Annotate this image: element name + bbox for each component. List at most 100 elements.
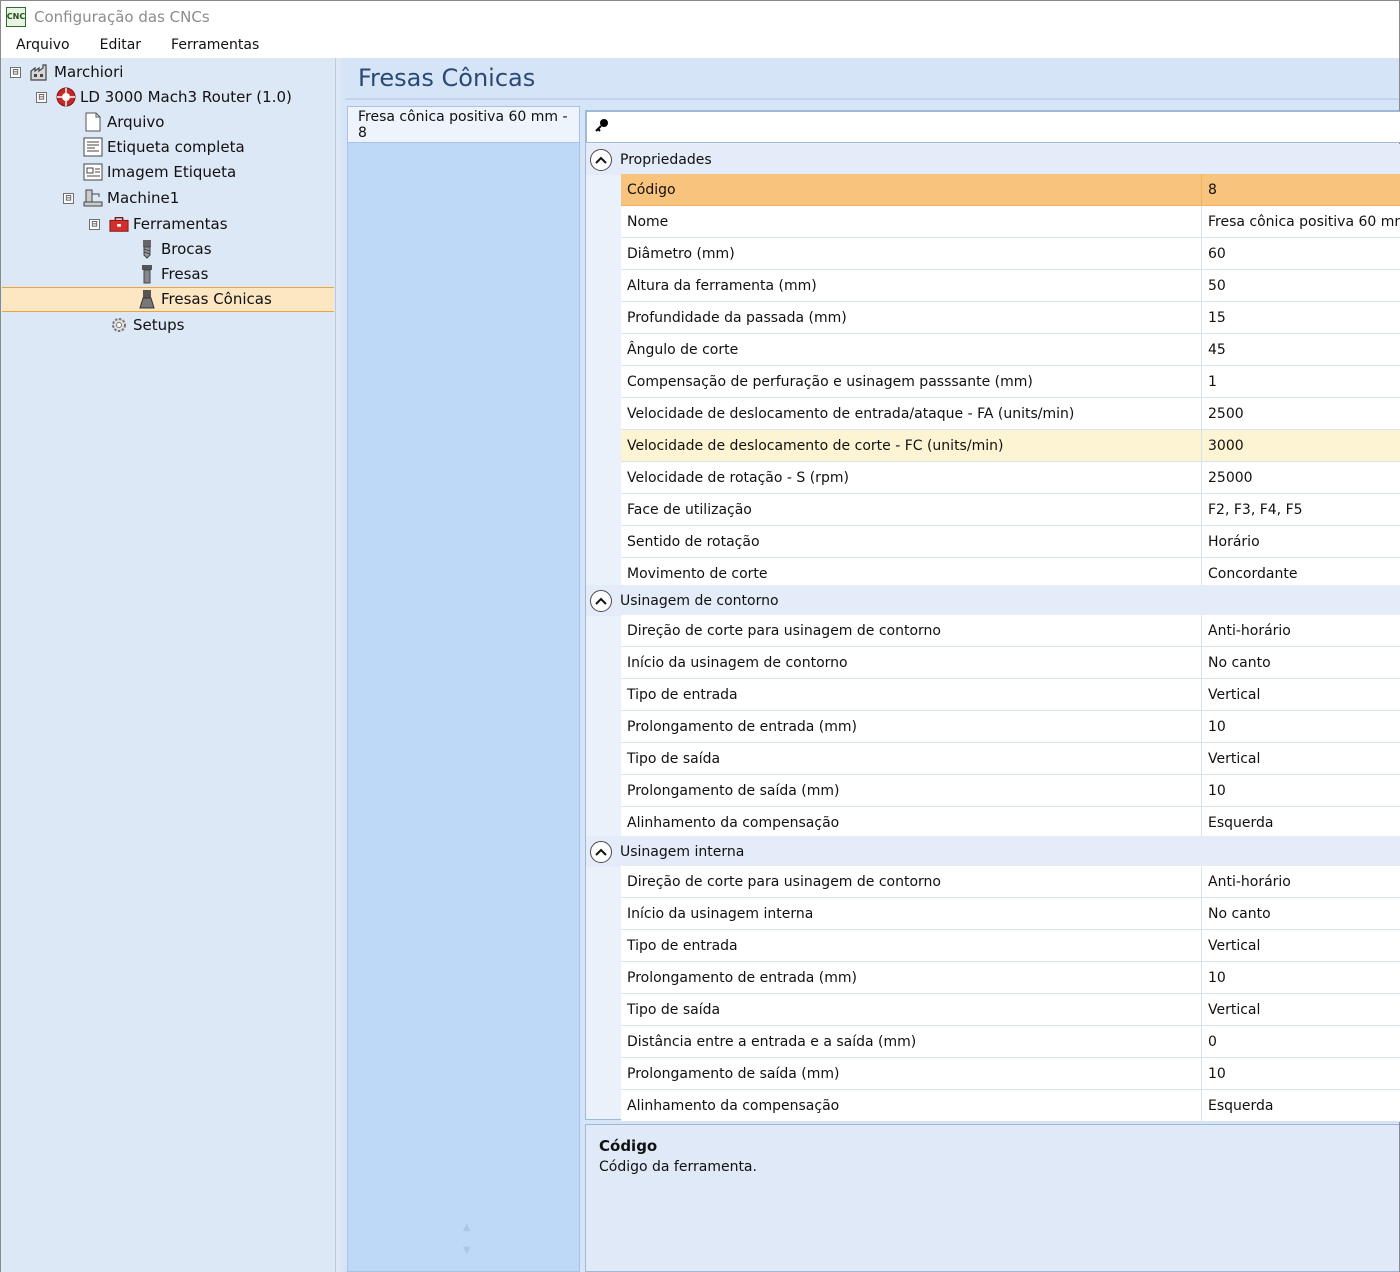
collapse-icon[interactable]: ⊟: [10, 67, 21, 78]
property-row[interactable]: Prolongamento de entrada (mm) 10: [621, 962, 1400, 994]
collapse-category-icon[interactable]: [590, 840, 612, 863]
property-value[interactable]: 10: [1202, 962, 1400, 993]
property-row[interactable]: Altura da ferramenta (mm) 50: [621, 270, 1400, 302]
property-value[interactable]: 60: [1202, 238, 1400, 269]
title-divider: [345, 98, 1399, 100]
menu-arquivo[interactable]: Arquivo: [1, 37, 85, 53]
property-row[interactable]: Prolongamento de saída (mm) 10: [621, 1058, 1400, 1090]
collapse-icon[interactable]: ⊟: [63, 193, 74, 204]
property-name: Prolongamento de entrada (mm): [621, 962, 1202, 993]
list-item[interactable]: Fresa cônica positiva 60 mm - 8: [348, 107, 579, 143]
property-row[interactable]: Alinhamento da compensação Esquerda: [621, 1090, 1400, 1122]
property-name: Prolongamento de saída (mm): [621, 1058, 1202, 1089]
property-value[interactable]: No canto: [1202, 647, 1400, 678]
property-value[interactable]: Esquerda: [1202, 1090, 1400, 1121]
property-value[interactable]: No canto: [1202, 898, 1400, 929]
property-row[interactable]: Tipo de saída Vertical: [621, 743, 1400, 775]
property-name: Tipo de saída: [621, 994, 1202, 1025]
property-name: Direção de corte para usinagem de contor…: [621, 866, 1202, 897]
property-row[interactable]: Ângulo de corte 45: [621, 334, 1400, 366]
property-row[interactable]: Face de utilização F2, F3, F4, F5: [621, 494, 1400, 526]
property-row[interactable]: Distância entre a entrada e a saída (mm)…: [621, 1026, 1400, 1058]
property-row[interactable]: Prolongamento de entrada (mm) 10: [621, 711, 1400, 743]
property-value[interactable]: Vertical: [1202, 743, 1400, 774]
property-value[interactable]: Vertical: [1202, 679, 1400, 710]
search-input[interactable]: [615, 113, 1375, 141]
cnc-machine-red-icon: [56, 87, 76, 107]
property-row[interactable]: Direção de corte para usinagem de contor…: [621, 615, 1400, 647]
property-name: Direção de corte para usinagem de contor…: [621, 615, 1202, 646]
tree-item-label: Fresas: [161, 265, 209, 283]
property-value[interactable]: 10: [1202, 775, 1400, 806]
property-value[interactable]: Anti-horário: [1202, 615, 1400, 646]
property-name: Tipo de entrada: [621, 679, 1202, 710]
property-value[interactable]: 8: [1202, 174, 1400, 205]
property-value[interactable]: Vertical: [1202, 994, 1400, 1025]
property-value[interactable]: 50: [1202, 270, 1400, 301]
tree-item-fresas[interactable]: Fresas: [1, 262, 334, 287]
tree-item-ld3000[interactable]: ⊟ LD 3000 Mach3 Router (1.0): [1, 85, 334, 110]
tree-item-etiqueta-completa[interactable]: Etiqueta completa: [1, 135, 334, 160]
property-row[interactable]: Velocidade de deslocamento de corte - FC…: [621, 430, 1400, 462]
property-row[interactable]: Tipo de entrada Vertical: [621, 679, 1400, 711]
collapse-icon[interactable]: ⊟: [89, 219, 100, 230]
property-row[interactable]: Profundidade da passada (mm) 15: [621, 302, 1400, 334]
cnc-app-icon: CNC: [6, 6, 26, 27]
menu-editar[interactable]: Editar: [85, 37, 156, 53]
window-title: Configuração das CNCs: [34, 7, 210, 26]
property-value[interactable]: 2500: [1202, 398, 1400, 429]
property-value[interactable]: Anti-horário: [1202, 866, 1400, 897]
property-value[interactable]: 15: [1202, 302, 1400, 333]
property-value[interactable]: 45: [1202, 334, 1400, 365]
property-row[interactable]: Código 8: [621, 174, 1400, 206]
property-value[interactable]: Esquerda: [1202, 807, 1400, 838]
property-row[interactable]: Alinhamento da compensação Esquerda: [621, 807, 1400, 839]
tree-item-marchiori[interactable]: ⊟ Marchiori: [1, 60, 334, 85]
property-row[interactable]: Tipo de saída Vertical: [621, 994, 1400, 1026]
category-label: Usinagem interna: [620, 843, 745, 860]
property-row[interactable]: Nome Fresa cônica positiva 60 mm: [621, 206, 1400, 238]
property-value[interactable]: F2, F3, F4, F5: [1202, 494, 1400, 525]
property-row[interactable]: Início da usinagem interna No canto: [621, 898, 1400, 930]
property-row[interactable]: Velocidade de rotação - S (rpm) 25000: [621, 462, 1400, 494]
conical-mill-icon: [137, 289, 157, 309]
tree-item-imagem-etiqueta[interactable]: Imagem Etiqueta: [1, 160, 334, 185]
tree-item-setups[interactable]: Setups: [1, 313, 334, 338]
tree-item-machine1[interactable]: ⊟ Machine1: [1, 186, 334, 211]
property-value[interactable]: 25000: [1202, 462, 1400, 493]
property-row[interactable]: Direção de corte para usinagem de contor…: [621, 866, 1400, 898]
menu-ferramentas[interactable]: Ferramentas: [156, 37, 274, 53]
scroll-down-icon[interactable]: ▼: [463, 1245, 471, 1256]
label-icon: [83, 137, 103, 157]
scroll-up-icon[interactable]: ▲: [463, 1222, 471, 1233]
property-value[interactable]: 10: [1202, 1058, 1400, 1089]
property-value[interactable]: 10: [1202, 711, 1400, 742]
property-value[interactable]: 3000: [1202, 430, 1400, 461]
property-row[interactable]: Início da usinagem de contorno No canto: [621, 647, 1400, 679]
property-row[interactable]: Tipo de entrada Vertical: [621, 930, 1400, 962]
property-row[interactable]: Diâmetro (mm) 60: [621, 238, 1400, 270]
tree-item-arquivo[interactable]: Arquivo: [1, 110, 334, 135]
tree-item-label: Machine1: [107, 189, 180, 207]
property-row[interactable]: Velocidade de deslocamento de entrada/at…: [621, 398, 1400, 430]
tree-item-ferramentas[interactable]: ⊟ Ferramentas: [1, 212, 334, 237]
property-name: Tipo de saída: [621, 743, 1202, 774]
property-value[interactable]: 0: [1202, 1026, 1400, 1057]
property-row[interactable]: Prolongamento de saída (mm) 10: [621, 775, 1400, 807]
property-value[interactable]: 1: [1202, 366, 1400, 397]
tree-item-label: Fresas Cônicas: [161, 290, 272, 308]
property-row[interactable]: Compensação de perfuração e usinagem pas…: [621, 366, 1400, 398]
property-value[interactable]: Vertical: [1202, 930, 1400, 961]
tree-item-brocas[interactable]: Brocas: [1, 237, 334, 262]
property-row[interactable]: Sentido de rotação Horário: [621, 526, 1400, 558]
property-value[interactable]: Horário: [1202, 526, 1400, 557]
property-value[interactable]: Fresa cônica positiva 60 mm: [1202, 206, 1400, 237]
collapse-category-icon[interactable]: [590, 589, 612, 612]
collapse-category-icon[interactable]: [590, 148, 612, 171]
property-search: [586, 111, 1400, 143]
collapse-icon[interactable]: ⊟: [36, 92, 47, 103]
gear-icon: [109, 315, 129, 335]
description-panel: Código Código da ferramenta.: [585, 1124, 1399, 1272]
description-title: Código: [599, 1137, 658, 1155]
tree-item-fresas-conicas[interactable]: Fresas Cônicas: [2, 287, 334, 312]
